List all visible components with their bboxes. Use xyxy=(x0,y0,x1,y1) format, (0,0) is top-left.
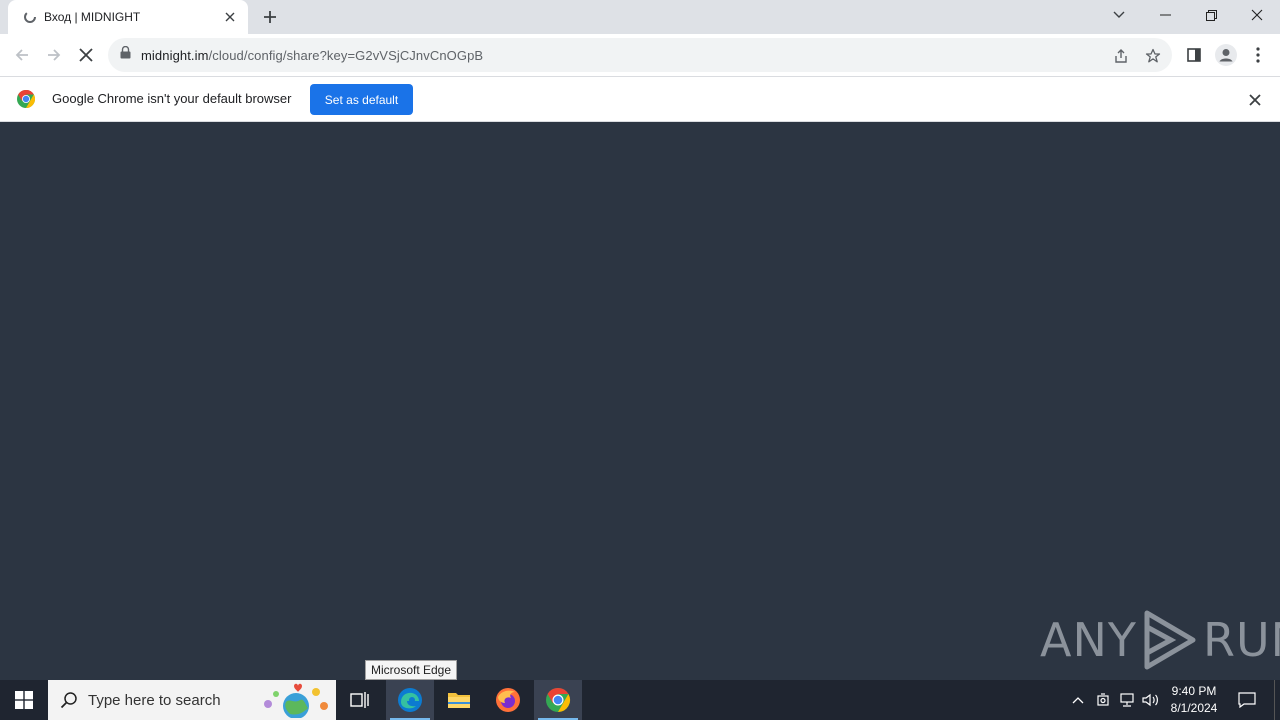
watermark-run: RUN xyxy=(1202,613,1280,667)
tray-chevron-up-icon[interactable] xyxy=(1068,690,1088,710)
taskbar-file-explorer[interactable] xyxy=(435,680,483,720)
volume-icon[interactable] xyxy=(1141,690,1161,710)
system-clock[interactable]: 9:40 PM 8/1/2024 xyxy=(1166,683,1222,717)
default-browser-infobar: Google Chrome isn't your default browser… xyxy=(0,76,1280,122)
infobar-message: Google Chrome isn't your default browser xyxy=(52,91,292,106)
infobar-close-icon[interactable] xyxy=(1246,91,1264,109)
windows-logo-icon xyxy=(15,691,33,709)
search-placeholder: Type here to search xyxy=(88,691,221,709)
network-icon[interactable] xyxy=(1117,690,1137,710)
clock-time: 9:40 PM xyxy=(1171,684,1217,698)
taskbar: Type here to search 9:40 PM 8/1/2024 xyxy=(0,680,1280,720)
taskbar-firefox[interactable] xyxy=(484,680,532,720)
minimize-icon[interactable] xyxy=(1142,0,1188,30)
show-desktop-strip[interactable] xyxy=(1274,680,1280,720)
browser-toolbar: midnight.im/cloud/config/share?key=G2vVS… xyxy=(0,34,1280,76)
back-arrow-icon[interactable] xyxy=(6,39,38,71)
search-icon xyxy=(60,692,77,709)
tab-active[interactable]: Вход | MIDNIGHT xyxy=(8,0,248,34)
bookmark-star-icon[interactable] xyxy=(1144,47,1162,65)
kebab-menu-icon[interactable] xyxy=(1246,43,1270,67)
play-logo-icon xyxy=(1144,610,1196,670)
url-path: /cloud/config/share?key=G2vVSjCJnvCnOGpB xyxy=(208,47,484,63)
loading-icon xyxy=(22,9,38,25)
restore-icon[interactable] xyxy=(1188,0,1234,30)
profile-avatar-icon[interactable] xyxy=(1214,43,1238,67)
search-highlight-graphic xyxy=(264,683,328,718)
start-button[interactable] xyxy=(0,680,48,720)
task-view-icon xyxy=(350,692,369,708)
set-as-default-button[interactable]: Set as default xyxy=(310,84,413,115)
tab-strip: Вход | MIDNIGHT xyxy=(0,0,1280,34)
url-text: midnight.im/cloud/config/share?key=G2vVS… xyxy=(141,48,483,63)
taskbar-edge[interactable] xyxy=(386,680,434,720)
stop-loading-icon[interactable] xyxy=(70,39,102,71)
chrome-logo-icon xyxy=(17,90,35,108)
taskbar-chrome[interactable] xyxy=(534,680,582,720)
notification-center-icon[interactable] xyxy=(1236,690,1258,710)
taskbar-search-box[interactable]: Type here to search xyxy=(48,680,336,720)
anyrun-watermark: ANY RUN xyxy=(1040,608,1280,672)
url-host: midnight.im xyxy=(141,47,209,63)
page-content xyxy=(0,122,1280,680)
folder-icon xyxy=(448,693,470,708)
taskbar-tooltip: Microsoft Edge xyxy=(365,660,458,680)
forward-arrow-icon[interactable] xyxy=(38,39,70,71)
edge-icon xyxy=(398,688,422,712)
side-panel-icon[interactable] xyxy=(1182,43,1206,67)
address-bar[interactable]: midnight.im/cloud/config/share?key=G2vVS… xyxy=(108,38,1172,72)
close-window-icon[interactable] xyxy=(1234,0,1280,30)
new-tab-button[interactable] xyxy=(258,5,282,29)
lock-icon[interactable] xyxy=(120,45,131,64)
clock-date: 8/1/2024 xyxy=(1170,701,1218,715)
share-icon[interactable] xyxy=(1112,47,1130,65)
tray-meet-icon[interactable] xyxy=(1093,690,1113,710)
tab-search-icon[interactable] xyxy=(1096,0,1142,30)
firefox-icon xyxy=(496,688,520,712)
chrome-icon xyxy=(546,688,571,712)
watermark-any: ANY xyxy=(1040,613,1137,667)
task-view-button[interactable] xyxy=(336,680,384,720)
tab-title: Вход | MIDNIGHT xyxy=(44,10,141,24)
tab-close-icon[interactable] xyxy=(222,9,238,25)
